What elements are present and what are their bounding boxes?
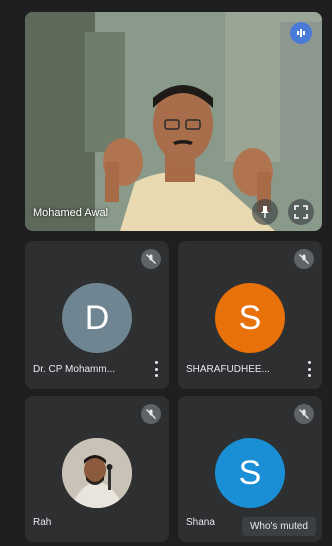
mic-off-icon [294,404,314,424]
participant-tile[interactable]: S Shana Who's muted [178,396,322,542]
mic-off-icon [141,249,161,269]
avatar: D [62,283,132,353]
mic-off-icon [294,249,314,269]
speaker-name: Mohamed Awal [33,207,109,219]
participant-name: Shana [186,517,215,528]
tooltip: Who's muted [241,517,316,536]
fullscreen-button[interactable] [288,199,314,225]
more-vert-icon[interactable] [151,361,161,377]
pin-icon [261,206,269,218]
participant-tile[interactable]: D Dr. CP Mohamm... [25,241,169,389]
avatar: S [215,438,285,508]
participant-name: SHARAFUDHEE... [186,364,270,375]
participant-name: Rah [33,517,52,528]
pin-button[interactable] [252,199,278,225]
more-vert-icon[interactable] [304,361,314,377]
meet-grid: Mohamed Awal D Dr. CP Mohamm... S SHARAF… [0,0,332,546]
participant-name: Dr. CP Mohamm... [33,364,116,375]
participant-tile[interactable]: S SHARAFUDHEE... [178,241,322,389]
mic-speaking-icon [297,29,305,37]
speaking-indicator [290,22,312,44]
main-video-tile[interactable]: Mohamed Awal [25,12,322,231]
participant-tile[interactable]: Rah [25,396,169,542]
avatar-photo [62,438,132,508]
avatar: S [215,283,285,353]
speaker-video-feed [25,12,322,231]
mic-off-icon [141,404,161,424]
fullscreen-icon [294,205,308,219]
